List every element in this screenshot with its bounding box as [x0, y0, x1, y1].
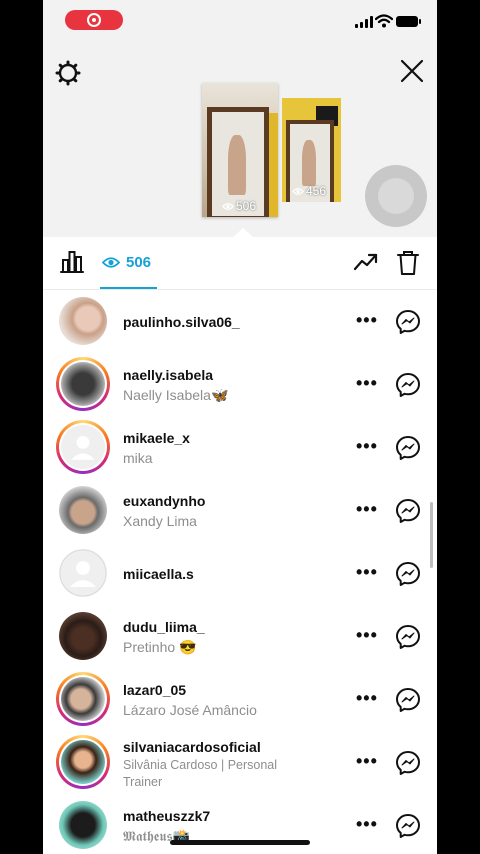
more-options-button[interactable]: •••	[356, 373, 378, 394]
viewer-full-name: Lázaro José Amâncio	[123, 702, 257, 718]
viewer-full-name: Pretinho 😎	[123, 639, 197, 655]
more-options-button[interactable]: •••	[356, 751, 378, 772]
eye-icon	[292, 187, 304, 195]
more-options-button[interactable]: •••	[356, 625, 378, 646]
story-thumbnail-next[interactable]: 456	[282, 98, 341, 202]
home-indicator	[170, 840, 310, 845]
viewer-username[interactable]: naelly.isabela	[123, 367, 213, 383]
viewer-username[interactable]: matheuszzk7	[123, 808, 210, 824]
messenger-icon[interactable]	[395, 561, 421, 587]
more-options-button[interactable]: •••	[356, 562, 378, 583]
more-options-button[interactable]: •••	[356, 436, 378, 457]
viewer-avatar[interactable]	[56, 357, 110, 411]
messenger-icon[interactable]	[395, 750, 421, 776]
assistive-touch-button[interactable]	[365, 165, 427, 227]
viewers-toolbar: 506	[43, 237, 437, 290]
screen-recording-indicator[interactable]	[65, 10, 123, 30]
viewer-username[interactable]: paulinho.silva06_	[123, 314, 240, 330]
wifi-icon	[375, 14, 393, 28]
battery-icon	[396, 16, 421, 27]
messenger-icon[interactable]	[395, 435, 421, 461]
viewer-row[interactable]: paulinho.silva06_ •••	[43, 290, 437, 353]
story-view-count-value: 456	[306, 184, 327, 198]
viewer-row[interactable]: lazar0_05 Lázaro José Amâncio •••	[43, 668, 437, 731]
viewer-avatar[interactable]	[56, 609, 110, 663]
record-icon	[87, 13, 101, 27]
story-thumbnail-current[interactable]: 506	[202, 83, 278, 217]
viewer-username[interactable]: lazar0_05	[123, 682, 186, 698]
messenger-icon[interactable]	[395, 624, 421, 650]
viewer-avatar[interactable]	[56, 672, 110, 726]
scrollbar[interactable]	[430, 502, 433, 568]
viewer-row[interactable]: matheuszzk7 𝕸𝖆𝖙𝖍𝖊𝖚𝖘📸 •••	[43, 794, 437, 854]
more-options-button[interactable]: •••	[356, 499, 378, 520]
viewer-full-name: Xandy Lima	[123, 513, 197, 529]
viewer-username[interactable]: dudu_liima_	[123, 619, 205, 635]
viewer-row[interactable]: silvaniacardosoficial Silvânia Cardoso | …	[43, 731, 437, 794]
messenger-icon[interactable]	[395, 498, 421, 524]
close-icon[interactable]	[399, 58, 425, 84]
viewer-username[interactable]: miicaella.s	[123, 566, 194, 582]
viewer-row[interactable]: miicaella.s •••	[43, 542, 437, 605]
messenger-icon[interactable]	[395, 687, 421, 713]
viewer-avatar[interactable]	[56, 546, 110, 600]
viewer-avatar[interactable]	[56, 483, 110, 537]
more-options-button[interactable]: •••	[356, 688, 378, 709]
settings-gear-icon[interactable]	[55, 60, 81, 86]
viewers-count: 506	[126, 253, 152, 271]
messenger-icon[interactable]	[395, 813, 421, 839]
viewer-avatar[interactable]	[56, 735, 110, 789]
viewer-row[interactable]: dudu_liima_ Pretinho 😎 •••	[43, 605, 437, 668]
viewer-full-name: mika	[123, 450, 153, 466]
story-view-count: 506	[222, 199, 256, 213]
messenger-icon[interactable]	[395, 372, 421, 398]
status-bar	[43, 0, 437, 40]
messenger-icon[interactable]	[395, 309, 421, 335]
promote-trend-icon[interactable]	[353, 251, 379, 273]
eye-icon	[222, 202, 234, 210]
tab-viewers[interactable]: 506	[100, 237, 157, 289]
viewer-row[interactable]: naelly.isabela Naelly Isabela🦋 •••	[43, 353, 437, 416]
story-viewers-screen: 506 456 506 paulinho.silva06_ ••• naelly…	[43, 0, 437, 854]
selected-story-caret	[233, 228, 253, 237]
viewer-full-name: Silvânia Cardoso | Personal Trainer	[123, 758, 278, 789]
viewer-avatar[interactable]	[56, 798, 110, 852]
viewer-full-name: Naelly Isabela🦋	[123, 387, 229, 403]
story-view-count-value: 506	[236, 199, 257, 213]
viewer-avatar[interactable]	[56, 420, 110, 474]
story-preview-area: 506 456	[43, 0, 437, 237]
eye-icon	[102, 256, 120, 268]
viewer-username[interactable]: euxandynho	[123, 493, 205, 509]
delete-trash-icon[interactable]	[397, 250, 419, 276]
viewer-username[interactable]: silvaniacardosoficial	[123, 739, 261, 755]
more-options-button[interactable]: •••	[356, 310, 378, 331]
viewer-username[interactable]: mikaele_x	[123, 430, 190, 446]
viewer-row[interactable]: euxandynho Xandy Lima •••	[43, 479, 437, 542]
story-view-count: 456	[292, 184, 326, 198]
viewer-row[interactable]: mikaele_xmika •••	[43, 416, 437, 479]
viewer-avatar[interactable]	[56, 294, 110, 348]
more-options-button[interactable]: •••	[356, 814, 378, 835]
insights-bar-chart-icon[interactable]	[59, 250, 85, 274]
cellular-signal-icon	[355, 16, 373, 28]
